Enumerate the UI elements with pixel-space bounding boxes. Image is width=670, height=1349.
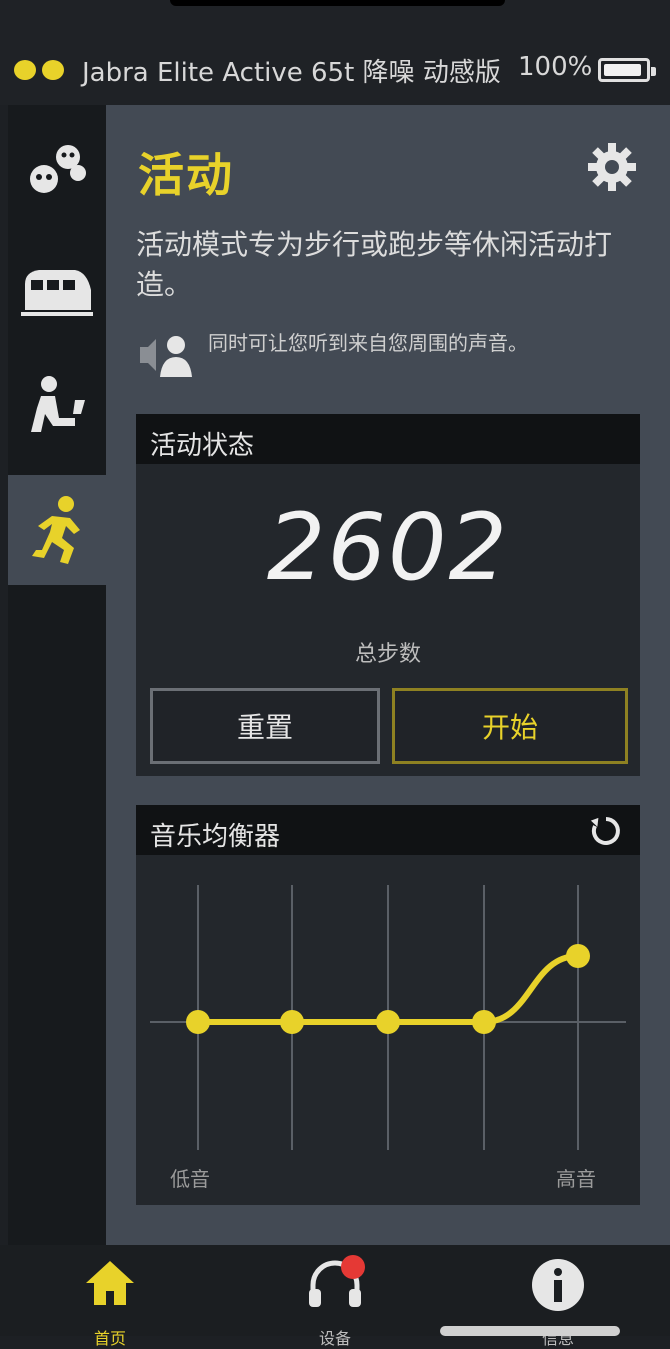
- eq-low-label: 低音: [170, 1167, 210, 1191]
- person-sitting-icon: [31, 376, 85, 432]
- sidebar-item-people[interactable]: [8, 115, 106, 225]
- earbud-right-dot: [42, 60, 64, 80]
- notch: [170, 0, 505, 6]
- reset-icon[interactable]: [588, 813, 624, 849]
- nav-home[interactable]: 首页: [50, 1257, 170, 1348]
- top-bar: Jabra Elite Active 65t 降噪 动感版 100%: [0, 0, 670, 105]
- equalizer-title: 音乐均衡器: [150, 822, 281, 852]
- step-count-label: 总步数: [354, 642, 421, 667]
- battery-icon: [598, 58, 656, 82]
- battery-percent: 100%: [518, 52, 593, 82]
- gear-icon[interactable]: [586, 141, 638, 193]
- info-icon: [532, 1259, 584, 1311]
- notification-badge: [341, 1255, 365, 1279]
- earbuds-icon: [14, 60, 66, 80]
- hearthrough-text: 同时可让您听到来自您周围的声音。: [208, 331, 528, 355]
- eq-band-handle-3[interactable]: [376, 1010, 400, 1034]
- earbud-left-dot: [14, 60, 36, 80]
- eq-band-handle-2[interactable]: [280, 1010, 304, 1034]
- eq-band-handle-5[interactable]: [566, 944, 590, 968]
- device-name: Jabra Elite Active 65t 降噪 动感版: [82, 58, 501, 88]
- reset-button[interactable]: 重置: [150, 688, 380, 764]
- train-icon: [21, 270, 93, 316]
- mode-description: 活动模式专为步行或跑步等休闲活动打造。: [136, 228, 613, 301]
- page-title: 活动: [138, 148, 234, 202]
- equalizer-header: 音乐均衡器: [136, 805, 640, 855]
- step-count: 2602: [266, 494, 510, 601]
- eq-high-label: 高音: [556, 1167, 596, 1191]
- nav-device-label: 设备: [318, 1329, 351, 1348]
- start-button[interactable]: 开始: [392, 688, 628, 764]
- activity-status-header: 活动状态: [136, 414, 640, 464]
- sidebar: [8, 105, 106, 1245]
- runner-icon: [32, 496, 80, 564]
- nav-device[interactable]: 设备: [275, 1255, 395, 1348]
- home-indicator: [440, 1326, 620, 1336]
- sidebar-item-commute[interactable]: [8, 235, 106, 345]
- people-group-icon: [30, 145, 86, 193]
- bottom-nav: 首页 设备 信息: [0, 1245, 670, 1348]
- nav-info[interactable]: 信息: [498, 1257, 618, 1348]
- sidebar-item-work[interactable]: [8, 355, 106, 465]
- nav-home-label: 首页: [93, 1329, 126, 1348]
- equalizer-graph[interactable]: [136, 855, 640, 1155]
- hearthrough-icon: [140, 336, 192, 377]
- activity-status-card: 活动状态 2602 总步数 重置 开始: [136, 414, 640, 776]
- eq-band-handle-4[interactable]: [472, 1010, 496, 1034]
- main-panel: 活动 活动模式专为步行或跑步等休闲活动打造。 同时可让您听到来自您周围的声音。 …: [106, 105, 670, 1245]
- eq-band-handle-1[interactable]: [186, 1010, 210, 1034]
- home-icon: [86, 1261, 134, 1305]
- sidebar-item-activity[interactable]: [8, 475, 106, 585]
- equalizer-card: 音乐均衡器 低音 高音: [136, 805, 640, 1205]
